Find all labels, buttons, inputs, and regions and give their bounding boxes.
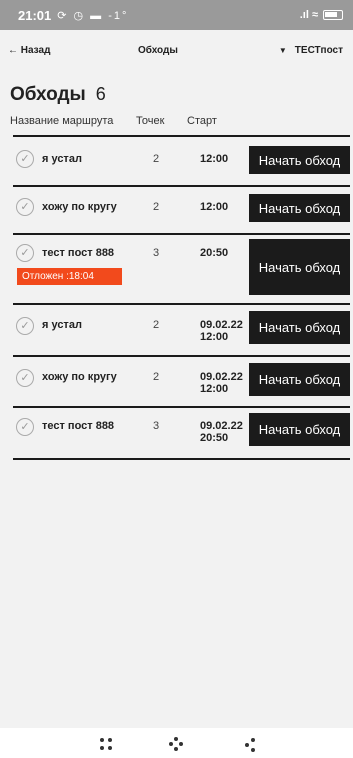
check-circle-icon: ✓ — [16, 418, 34, 436]
start-round-button[interactable]: Начать обход — [249, 146, 350, 174]
start-round-button[interactable]: Начать обход — [249, 239, 350, 295]
status-time: 21:01 — [18, 7, 52, 23]
check-circle-icon: ✓ — [16, 198, 34, 216]
route-start: 12:00 — [200, 201, 229, 213]
route-start: 09.02.22 20:50 — [200, 420, 243, 444]
route-row: ✓ я устал 2 12:00 Начать обход — [13, 135, 350, 176]
route-name: тест пост 888 — [42, 247, 115, 259]
route-start: 09.02.22 12:00 — [200, 319, 243, 343]
start-round-button[interactable]: Начать обход — [249, 363, 350, 396]
start-round-button[interactable]: Начать обход — [249, 311, 350, 344]
col-header-start: Старт — [187, 115, 217, 127]
signal-wifi-icon: .ıl ≈ — [299, 9, 318, 21]
route-start: 20:50 — [200, 247, 229, 259]
route-row: ✓ хожу по кругу 2 09.02.22 12:00 Начать обхо… — [13, 355, 350, 405]
route-start: 09.02.22 12:00 — [200, 371, 243, 395]
start-round-button[interactable]: Начать обход — [249, 413, 350, 446]
home-icon[interactable] — [168, 736, 184, 752]
route-points: 2 — [153, 153, 160, 165]
post-selector[interactable]: ▼ ТЕСТпост — [279, 45, 345, 56]
status-bar: 21:01 ⟳ ◷ ▬ -1° .ıl ≈ — [0, 0, 353, 30]
route-name: хожу по кругу — [42, 201, 117, 213]
back-link[interactable]: ← Назад — [8, 45, 136, 56]
route-points: 2 — [153, 201, 160, 213]
dropdown-arrow-icon: ▼ — [278, 45, 287, 55]
route-row: ✓ тест пост 888 3 20:50 Начать обход Отложен … — [13, 233, 350, 302]
route-name: тест пост 888 — [42, 420, 115, 432]
route-row: ✓ тест пост 888 3 09.02.22 20:50 Начать обхо… — [13, 406, 350, 458]
system-nav-bar — [0, 728, 353, 758]
status-left-icons: ⟳ ◷ ▬ -1° — [57, 9, 129, 22]
col-header-points: Точек — [136, 115, 165, 127]
route-count: 6 — [95, 84, 106, 104]
postponed-badge: Отложен :18:04 — [17, 268, 122, 285]
post-selector-label: ТЕСТпост — [294, 44, 343, 56]
route-points: 3 — [153, 420, 160, 432]
route-row: ✓ хожу по кругу 2 12:00 Начать обход — [13, 185, 350, 228]
route-name: я устал — [42, 153, 82, 165]
route-points: 3 — [153, 247, 160, 259]
check-circle-icon: ✓ — [16, 244, 34, 262]
check-circle-icon: ✓ — [16, 150, 34, 168]
status-right: .ıl ≈ — [300, 9, 343, 21]
route-name: я устал — [42, 319, 82, 331]
route-points: 2 — [153, 371, 160, 383]
top-nav: ← Назад Обходы ▼ ТЕСТпост — [0, 30, 353, 70]
page-heading: Обходы 6 — [10, 84, 106, 106]
route-name: хожу по кругу — [42, 371, 117, 383]
battery-icon — [323, 10, 343, 20]
row-divider — [13, 458, 350, 460]
check-circle-icon: ✓ — [16, 317, 34, 335]
col-header-name: Название маршрута — [10, 115, 114, 127]
page-title: Обходы — [10, 84, 86, 105]
start-round-button[interactable]: Начать обход — [249, 194, 350, 222]
route-row: ✓ я устал 2 09.02.22 12:00 Начать обход — [13, 303, 350, 353]
route-start: 12:00 — [200, 153, 229, 165]
route-points: 2 — [153, 319, 160, 331]
back-icon[interactable] — [242, 736, 258, 752]
recents-icon[interactable] — [98, 736, 114, 752]
check-circle-icon: ✓ — [16, 369, 34, 387]
nav-title: Обходы — [138, 44, 178, 56]
